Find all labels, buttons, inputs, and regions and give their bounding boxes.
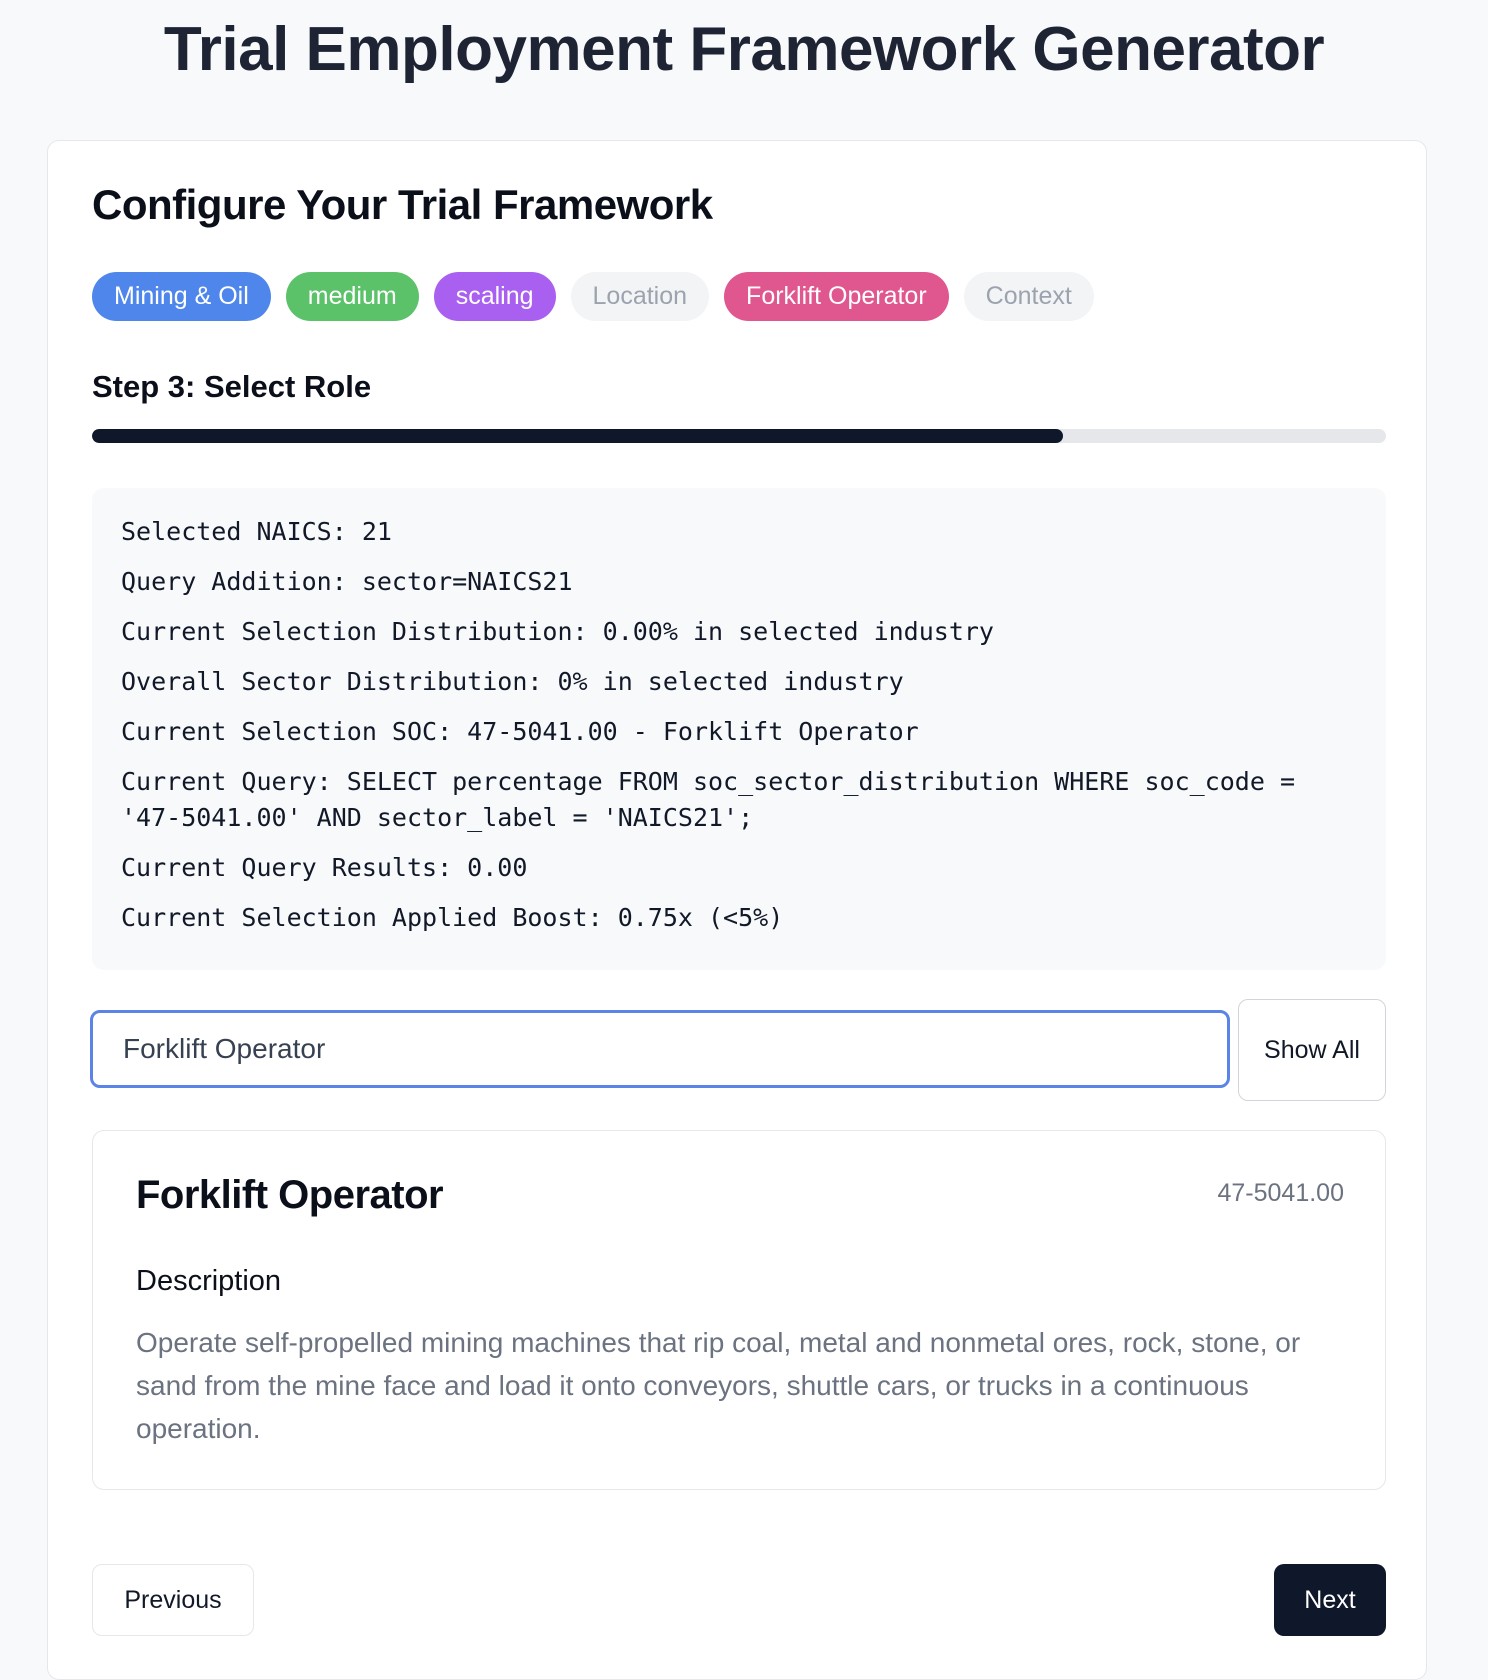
info-line: Current Selection Applied Boost: 0.75x (… [121, 903, 784, 932]
config-card: Configure Your Trial Framework Mining & … [47, 140, 1427, 1680]
info-line: Current Query: SELECT percentage FROM so… [121, 767, 1311, 832]
chip-role[interactable]: Forklift Operator [724, 272, 949, 321]
step-label: Step 3: Select Role [92, 369, 372, 404]
progress-fill [92, 429, 1063, 443]
chip-stage[interactable]: scaling [433, 272, 556, 321]
selection-chips: Mining & Oil medium scaling Location For… [92, 272, 1094, 321]
page-title: Trial Employment Framework Generator [163, 15, 1325, 84]
chip-size[interactable]: medium [285, 272, 419, 321]
info-line: Current Query Results: 0.00 [121, 853, 528, 882]
info-line: Current Selection SOC: 47-5041.00 - Fork… [121, 717, 919, 746]
previous-button[interactable]: Previous [92, 1564, 254, 1636]
info-line: Current Selection Distribution: 0.00% in… [121, 617, 994, 646]
info-line: Overall Sector Distribution: 0% in selec… [121, 667, 904, 696]
next-button[interactable]: Next [1274, 1564, 1386, 1636]
chip-location[interactable]: Location [570, 272, 710, 321]
show-all-button[interactable]: Show All [1238, 999, 1386, 1101]
chip-context[interactable]: Context [963, 272, 1094, 321]
info-line: Selected NAICS: 21 [121, 517, 392, 546]
soc-code: 47-5041.00 [1217, 1179, 1344, 1207]
chip-industry[interactable]: Mining & Oil [92, 272, 271, 321]
description-heading: Description [136, 1265, 282, 1297]
role-description: Operate self-propelled mining machines t… [136, 1327, 1301, 1444]
role-search-input[interactable] [90, 1010, 1230, 1088]
card-title: Configure Your Trial Framework [92, 181, 713, 228]
info-line: Query Addition: sector=NAICS21 [121, 567, 573, 596]
role-card[interactable]: Forklift Operator 47-5041.00 Description… [92, 1130, 1386, 1490]
progress-bar [92, 429, 1386, 443]
query-info-panel: Selected NAICS: 21 Query Addition: secto… [92, 488, 1386, 970]
role-title: Forklift Operator [136, 1173, 444, 1217]
